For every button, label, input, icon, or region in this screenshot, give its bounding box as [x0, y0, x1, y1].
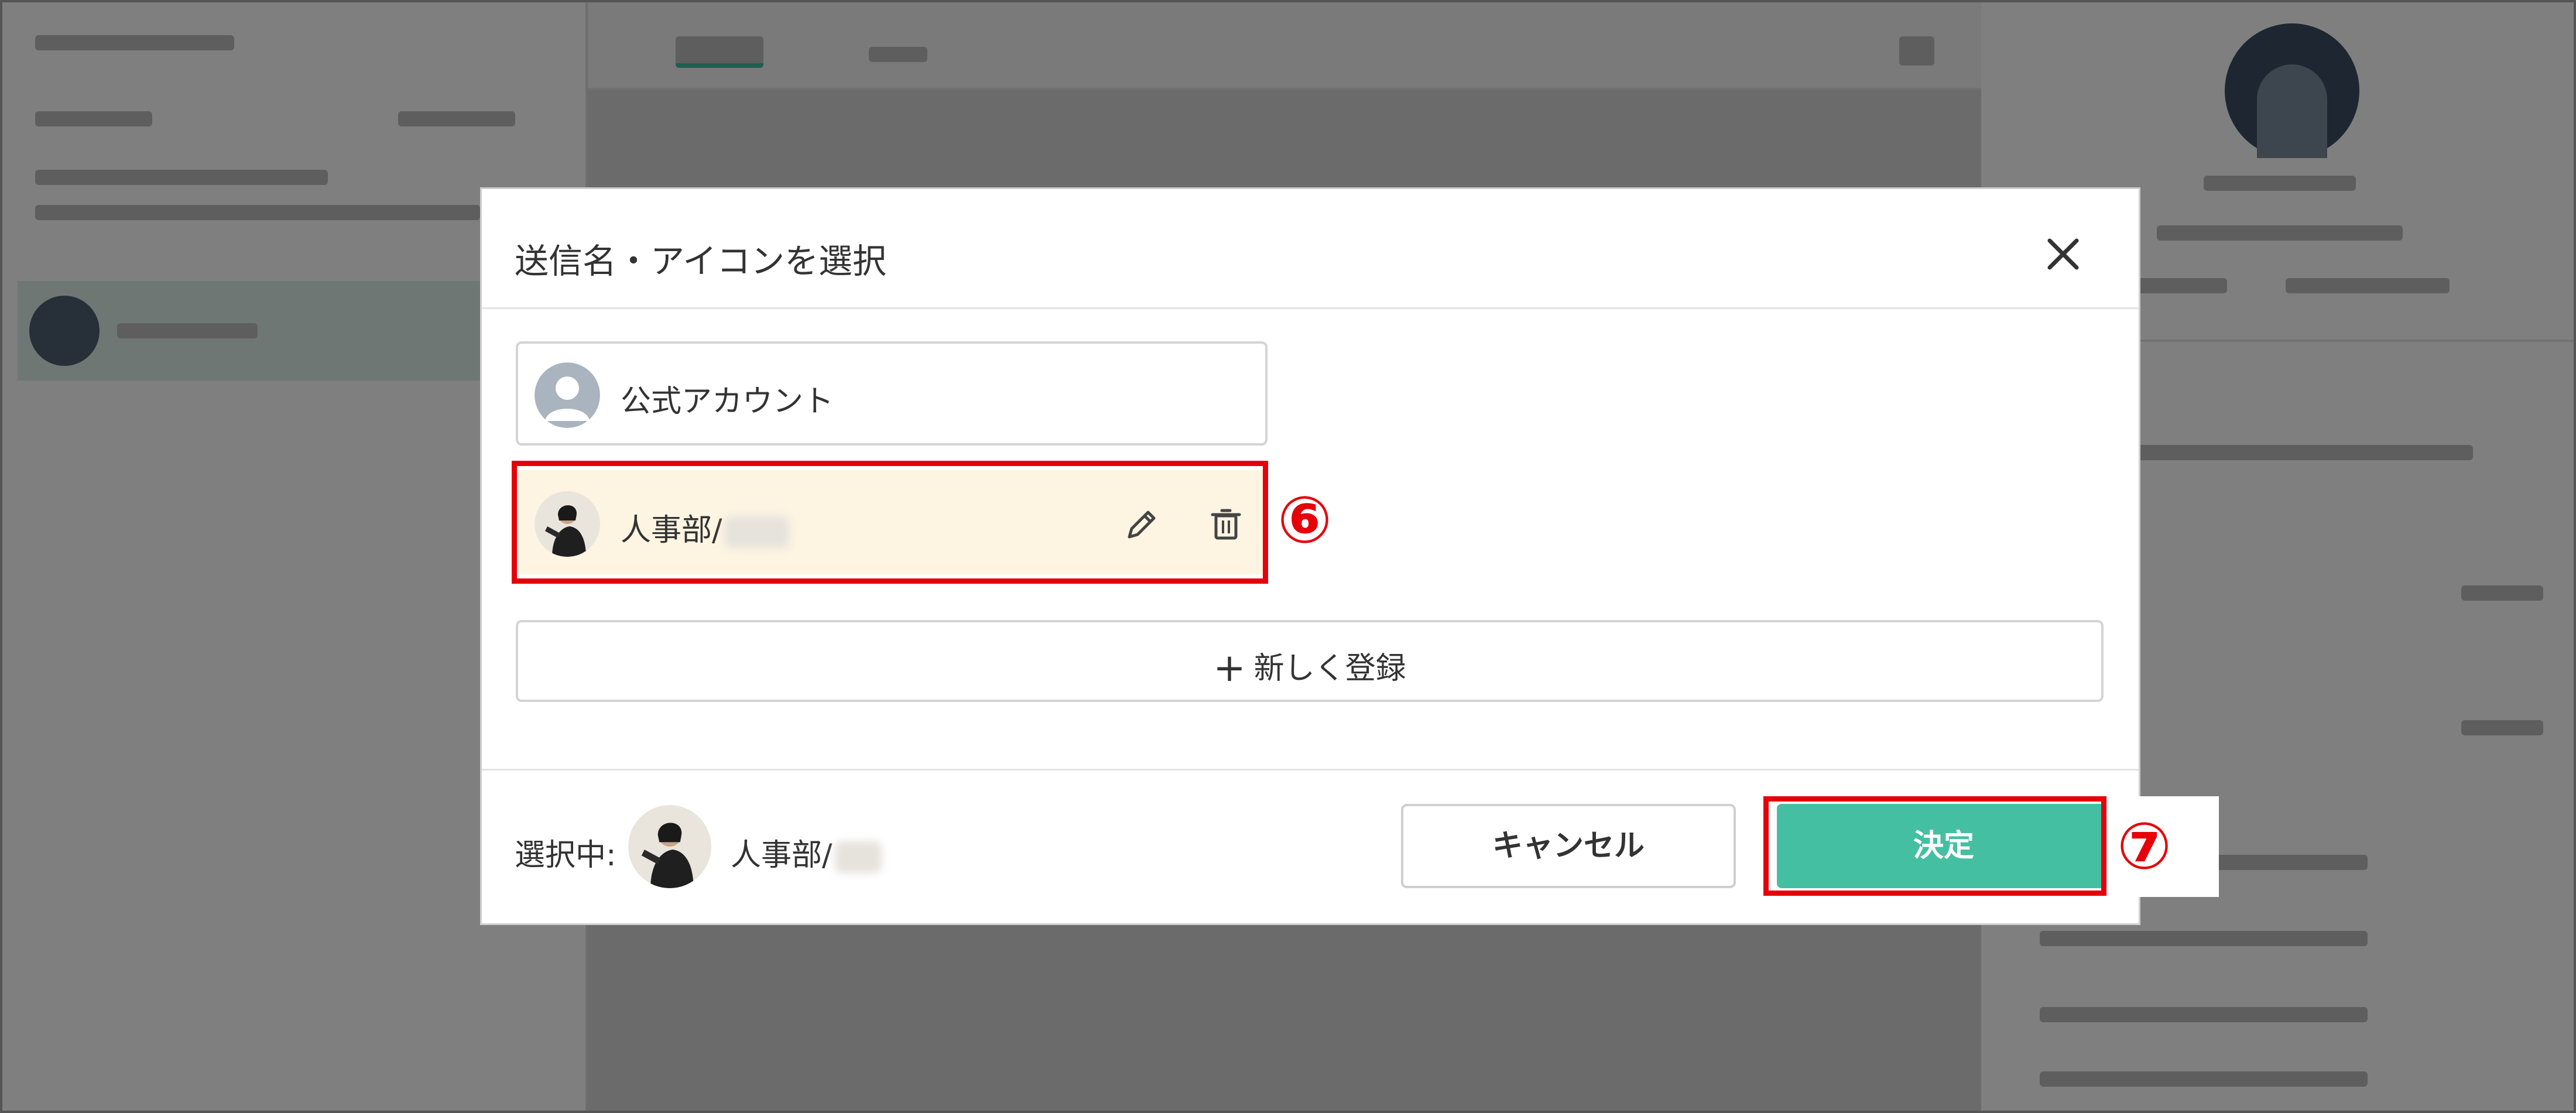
sender-option-label: 人事部/: [621, 505, 789, 549]
sender-option-label: 公式アカウント: [621, 384, 834, 419]
dialog-header: 送信名・アイコンを選択: [482, 189, 2139, 309]
cancel-button[interactable]: キャンセル: [1401, 804, 1736, 888]
sender-option-official[interactable]: 公式アカウント: [516, 341, 1268, 446]
dialog-title: 送信名・アイコンを選択: [515, 241, 887, 281]
pencil-icon: [1128, 511, 1156, 539]
selected-sender-name: 人事部/: [731, 830, 882, 874]
footer-divider: [482, 769, 2139, 770]
plus-icon: +: [1213, 645, 1246, 690]
register-new-label: + 新しく登録: [1213, 645, 1406, 690]
redacted-name: [834, 841, 882, 873]
confirm-button[interactable]: 決定: [1777, 804, 2111, 888]
redacted-name: [724, 516, 789, 548]
register-new-button[interactable]: + 新しく登録: [516, 620, 2104, 702]
step-7-marker: ⑦: [2117, 809, 2172, 883]
selected-avatar: [628, 805, 711, 888]
default-user-avatar: [535, 362, 600, 428]
close-icon: [2047, 238, 2079, 270]
step-6-marker: ⑥: [1277, 482, 1332, 557]
close-button[interactable]: [2037, 228, 2089, 280]
delete-button[interactable]: [1205, 504, 1246, 545]
edit-button[interactable]: [1121, 504, 1162, 545]
selected-label: 選択中:: [515, 838, 616, 873]
person-photo-avatar: [535, 491, 600, 557]
trash-icon: [1211, 509, 1241, 540]
sender-option-hr[interactable]: 人事部/: [516, 470, 1268, 574]
